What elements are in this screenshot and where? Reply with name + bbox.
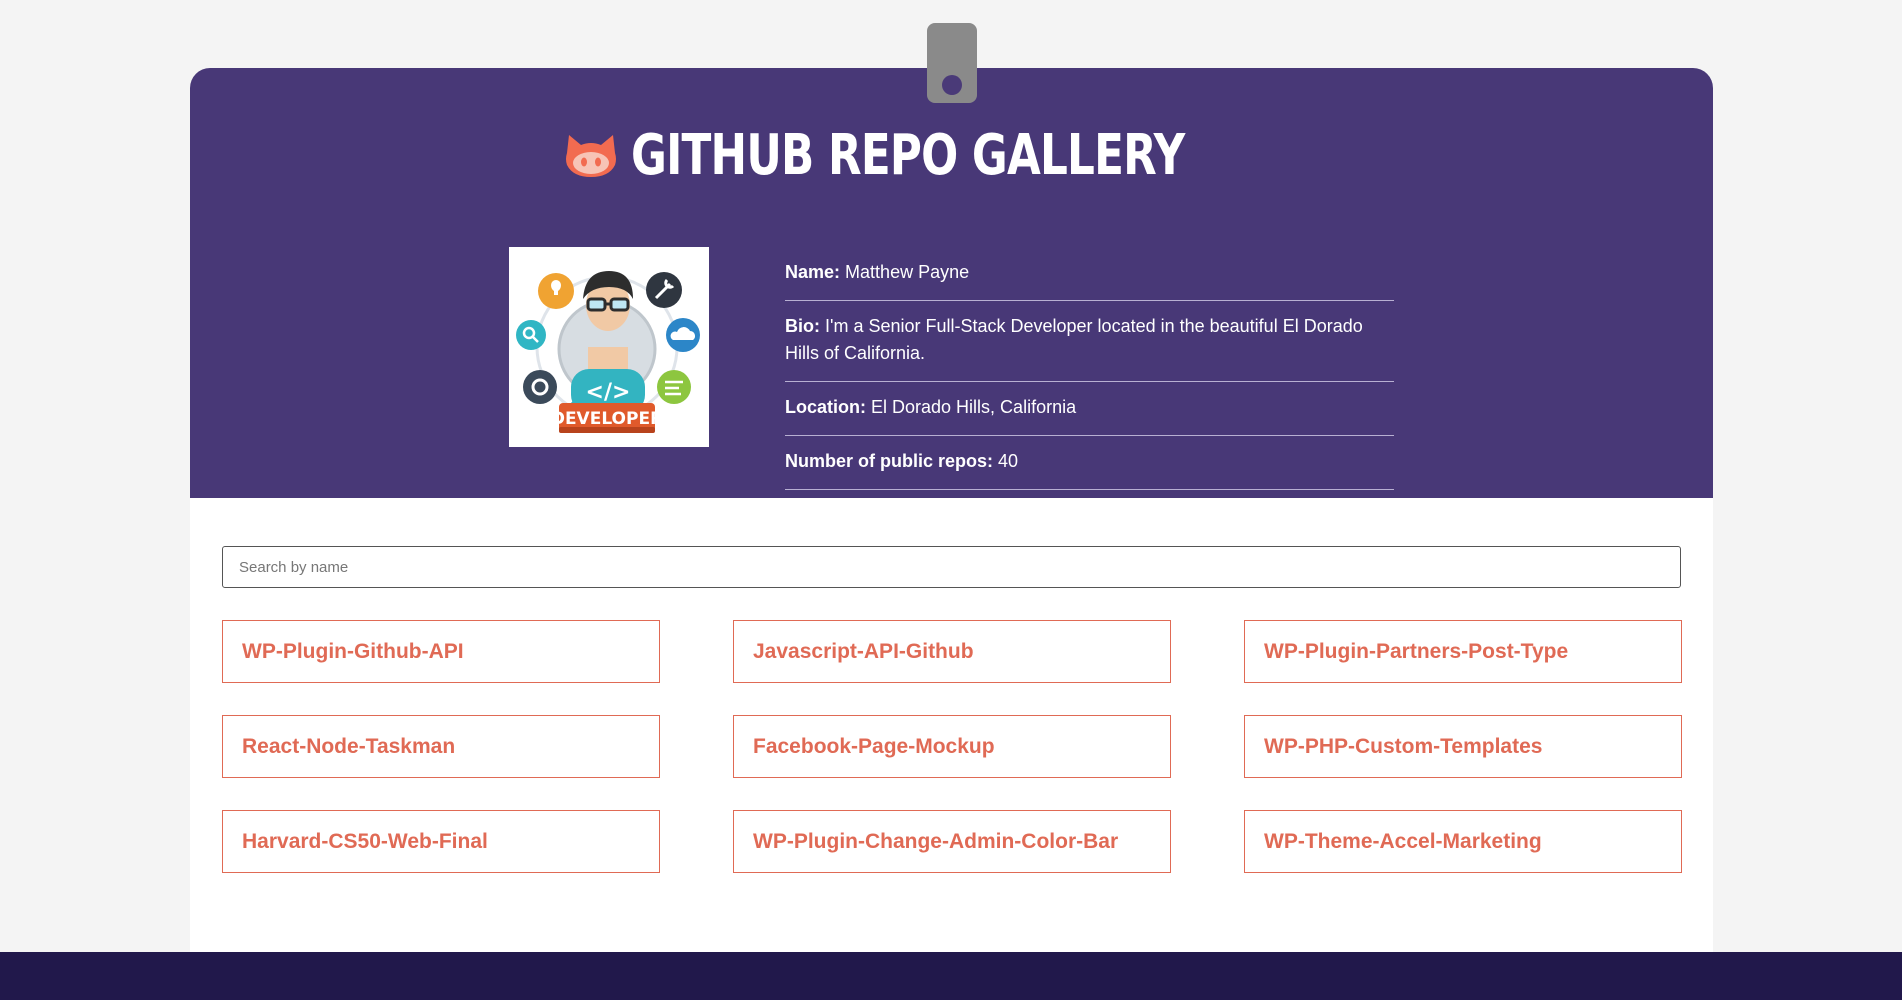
profile-location-row: Location: El Dorado Hills, California (785, 382, 1394, 436)
profile-details: Name: Matthew Payne Bio: I'm a Senior Fu… (785, 247, 1394, 490)
repo-card[interactable]: WP-Plugin-Github-API (222, 620, 660, 683)
repo-card[interactable]: WP-Theme-Accel-Marketing (1244, 810, 1682, 873)
profile-name-row: Name: Matthew Payne (785, 247, 1394, 301)
location-value: El Dorado Hills, California (871, 397, 1077, 417)
search-container (222, 546, 1681, 588)
name-label: Name: (785, 262, 841, 282)
repos-count-value: 40 (998, 451, 1019, 471)
repo-card[interactable]: React-Node-Taskman (222, 715, 660, 778)
repo-card[interactable]: Facebook-Page-Mockup (733, 715, 1171, 778)
developer-avatar: </> DEVELOPER (509, 247, 709, 447)
search-input[interactable] (222, 546, 1681, 588)
svg-text:</>: </> (586, 380, 631, 405)
repo-card[interactable]: WP-Plugin-Partners-Post-Type (1244, 620, 1682, 683)
profile-header: GITHUB REPO GALLERY </> DEVELOPER Name: … (190, 68, 1713, 498)
repo-card[interactable]: Javascript-API-Github (733, 620, 1171, 683)
page-title: GITHUB REPO GALLERY (630, 122, 1185, 188)
repo-card[interactable]: Harvard-CS50-Web-Final (222, 810, 660, 873)
profile-repos-row: Number of public repos: 40 (785, 436, 1394, 490)
bio-label: Bio: (785, 316, 820, 336)
title-row: GITHUB REPO GALLERY (190, 120, 1713, 190)
avatar-label: DEVELOPER (551, 409, 663, 429)
repo-list: WP-Plugin-Github-API Javascript-API-Gith… (222, 620, 1682, 873)
bio-value: I'm a Senior Full-Stack Developer locate… (785, 316, 1363, 363)
badge-clip-hole (942, 75, 962, 95)
location-label: Location: (785, 397, 866, 417)
repo-card[interactable]: WP-PHP-Custom-Templates (1244, 715, 1682, 778)
gallery-card: GITHUB REPO GALLERY </> DEVELOPER Name: … (190, 68, 1713, 952)
name-value: Matthew Payne (845, 262, 970, 282)
badge-clip-icon (927, 23, 977, 103)
profile-bio-row: Bio: I'm a Senior Full-Stack Developer l… (785, 301, 1394, 382)
page-footer (0, 952, 1902, 1000)
github-octocat-icon (563, 131, 619, 179)
repos-count-label: Number of public repos: (785, 451, 994, 471)
repo-card[interactable]: WP-Plugin-Change-Admin-Color-Bar (733, 810, 1171, 873)
